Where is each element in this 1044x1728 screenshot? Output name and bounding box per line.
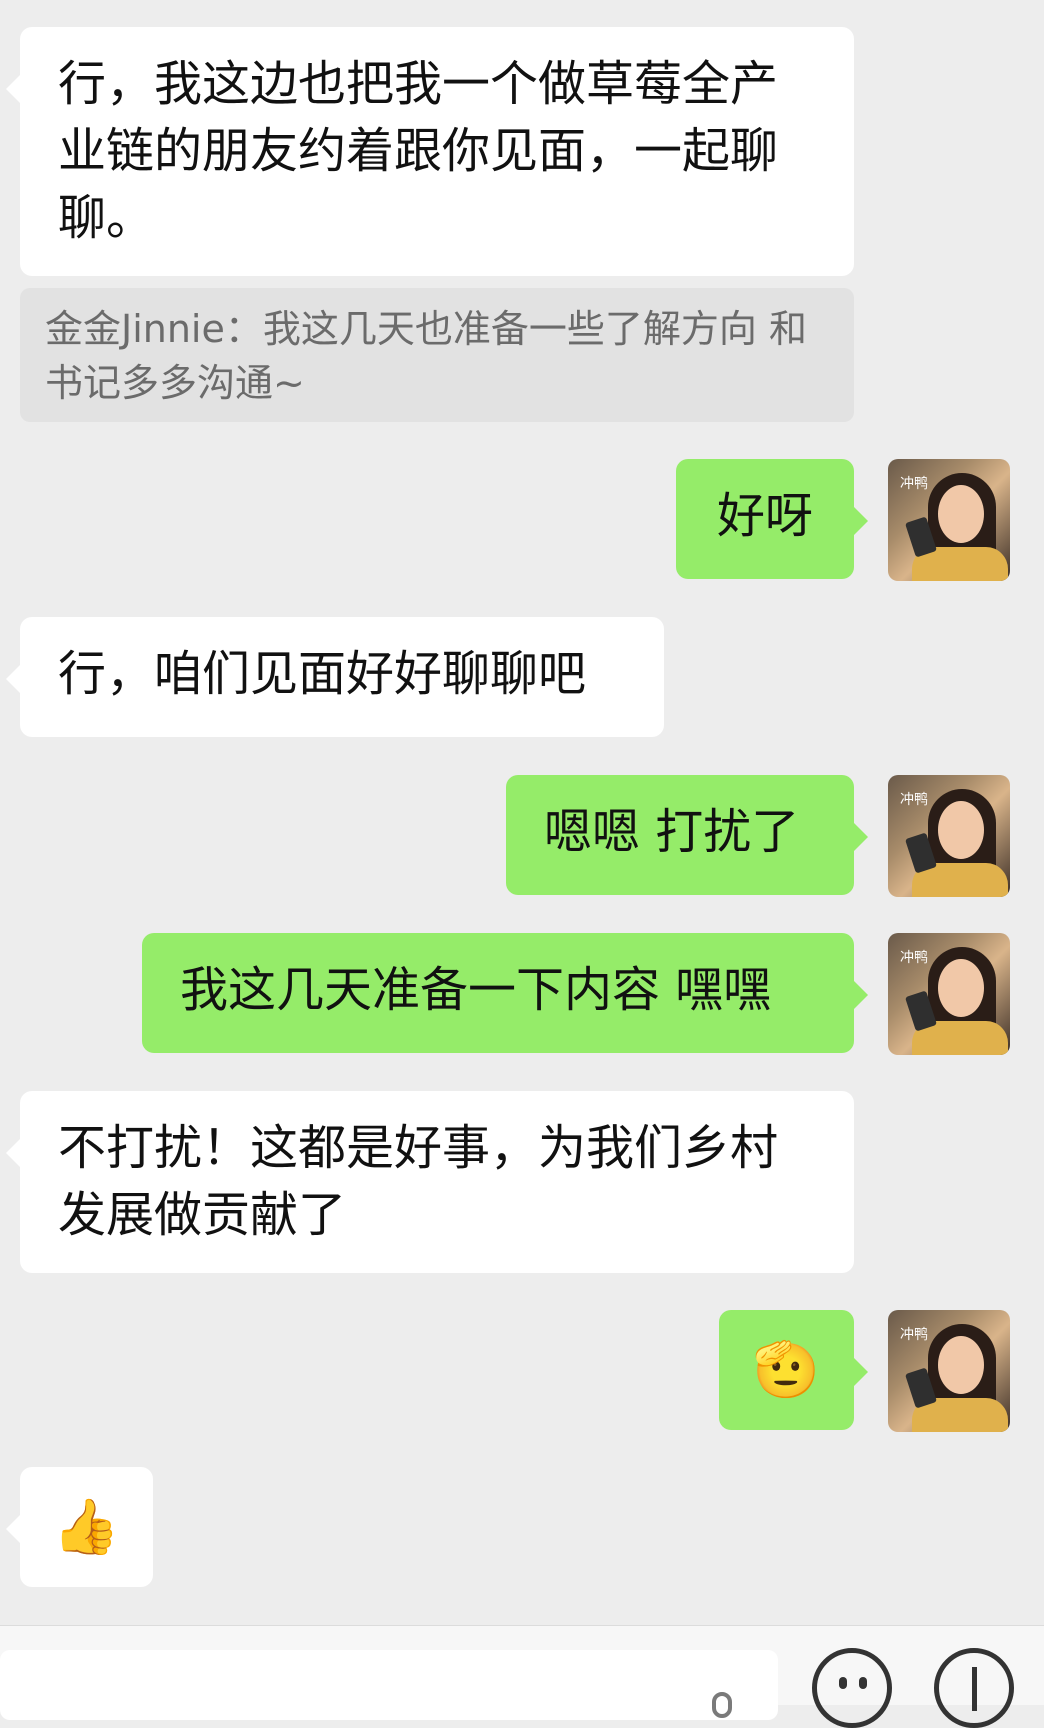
input-bar <box>0 1625 1044 1728</box>
thumbs-up-sticker: 👍 <box>52 1495 121 1558</box>
avatar[interactable]: 冲鸭 <box>888 933 1010 1055</box>
sticker-bubble-left[interactable]: 👍 <box>6 1467 153 1587</box>
message-bubble-right[interactable]: 嗯嗯 打扰了 <box>506 775 868 895</box>
message-bubble-left[interactable]: 行，咱们见面好好聊聊吧 <box>6 617 664 737</box>
message-bubble-left[interactable]: 行，我这边也把我一个做草莓全产业链的朋友约着跟你见面，一起聊聊。 <box>6 27 854 276</box>
mic-icon[interactable] <box>712 1692 732 1718</box>
quoted-text: 金金Jinnie：我这几天也准备一些了解方向 和书记多多沟通~ <box>45 307 807 405</box>
message-bubble-right[interactable]: 好呀 <box>676 459 868 579</box>
avatar-tag: 冲鸭 <box>900 792 928 808</box>
avatar[interactable]: 冲鸭 <box>888 1310 1010 1432</box>
quoted-message[interactable]: 金金Jinnie：我这几天也准备一些了解方向 和书记多多沟通~ <box>20 288 854 422</box>
message-text: 不打扰！这都是好事，为我们乡村发展做贡献了 <box>58 1120 779 1243</box>
avatar[interactable]: 冲鸭 <box>888 775 1010 897</box>
avatar-tag: 冲鸭 <box>900 1327 928 1343</box>
message-text: 行，咱们见面好好聊聊吧 <box>58 646 587 702</box>
sticker-bubble-right[interactable]: 🫡 <box>719 1310 868 1430</box>
message-text: 好呀 <box>716 488 813 544</box>
salute-sticker: 🫡 <box>752 1338 821 1401</box>
message-bubble-left[interactable]: 不打扰！这都是好事，为我们乡村发展做贡献了 <box>6 1091 854 1273</box>
chat-area: 行，我这边也把我一个做草莓全产业链的朋友约着跟你见面，一起聊聊。 金金Jinni… <box>0 0 1044 1625</box>
avatar-tag: 冲鸭 <box>900 476 928 492</box>
message-text: 我这几天准备一下内容 嘿嘿 <box>180 962 772 1018</box>
plus-icon[interactable] <box>934 1648 1014 1728</box>
avatar-tag: 冲鸭 <box>900 950 928 966</box>
smiley-icon[interactable] <box>812 1648 892 1728</box>
message-input[interactable] <box>0 1650 778 1720</box>
message-bubble-right[interactable]: 我这几天准备一下内容 嘿嘿 <box>142 933 868 1053</box>
message-text: 行，我这边也把我一个做草莓全产业链的朋友约着跟你见面，一起聊聊。 <box>58 56 779 246</box>
message-text: 嗯嗯 打扰了 <box>544 804 800 860</box>
avatar[interactable]: 冲鸭 <box>888 459 1010 581</box>
